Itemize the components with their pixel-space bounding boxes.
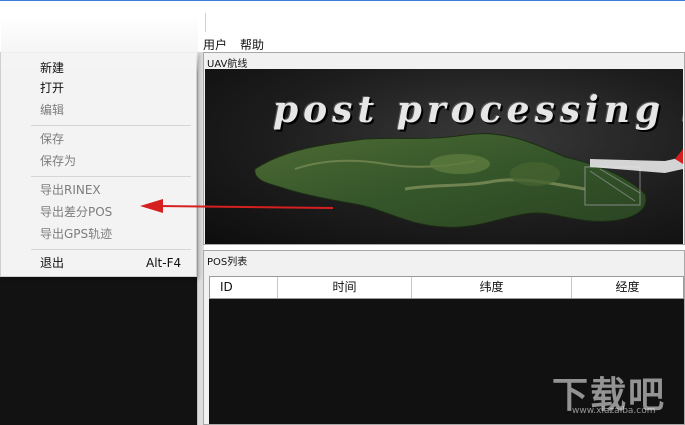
- watermark-url: www.xiazaiba.com: [572, 406, 656, 416]
- annotation-arrow-layer: [140, 199, 334, 213]
- watermark: 下载吧 www.xiazaiba.com: [552, 366, 677, 416]
- red-arrow-icon: [140, 199, 334, 213]
